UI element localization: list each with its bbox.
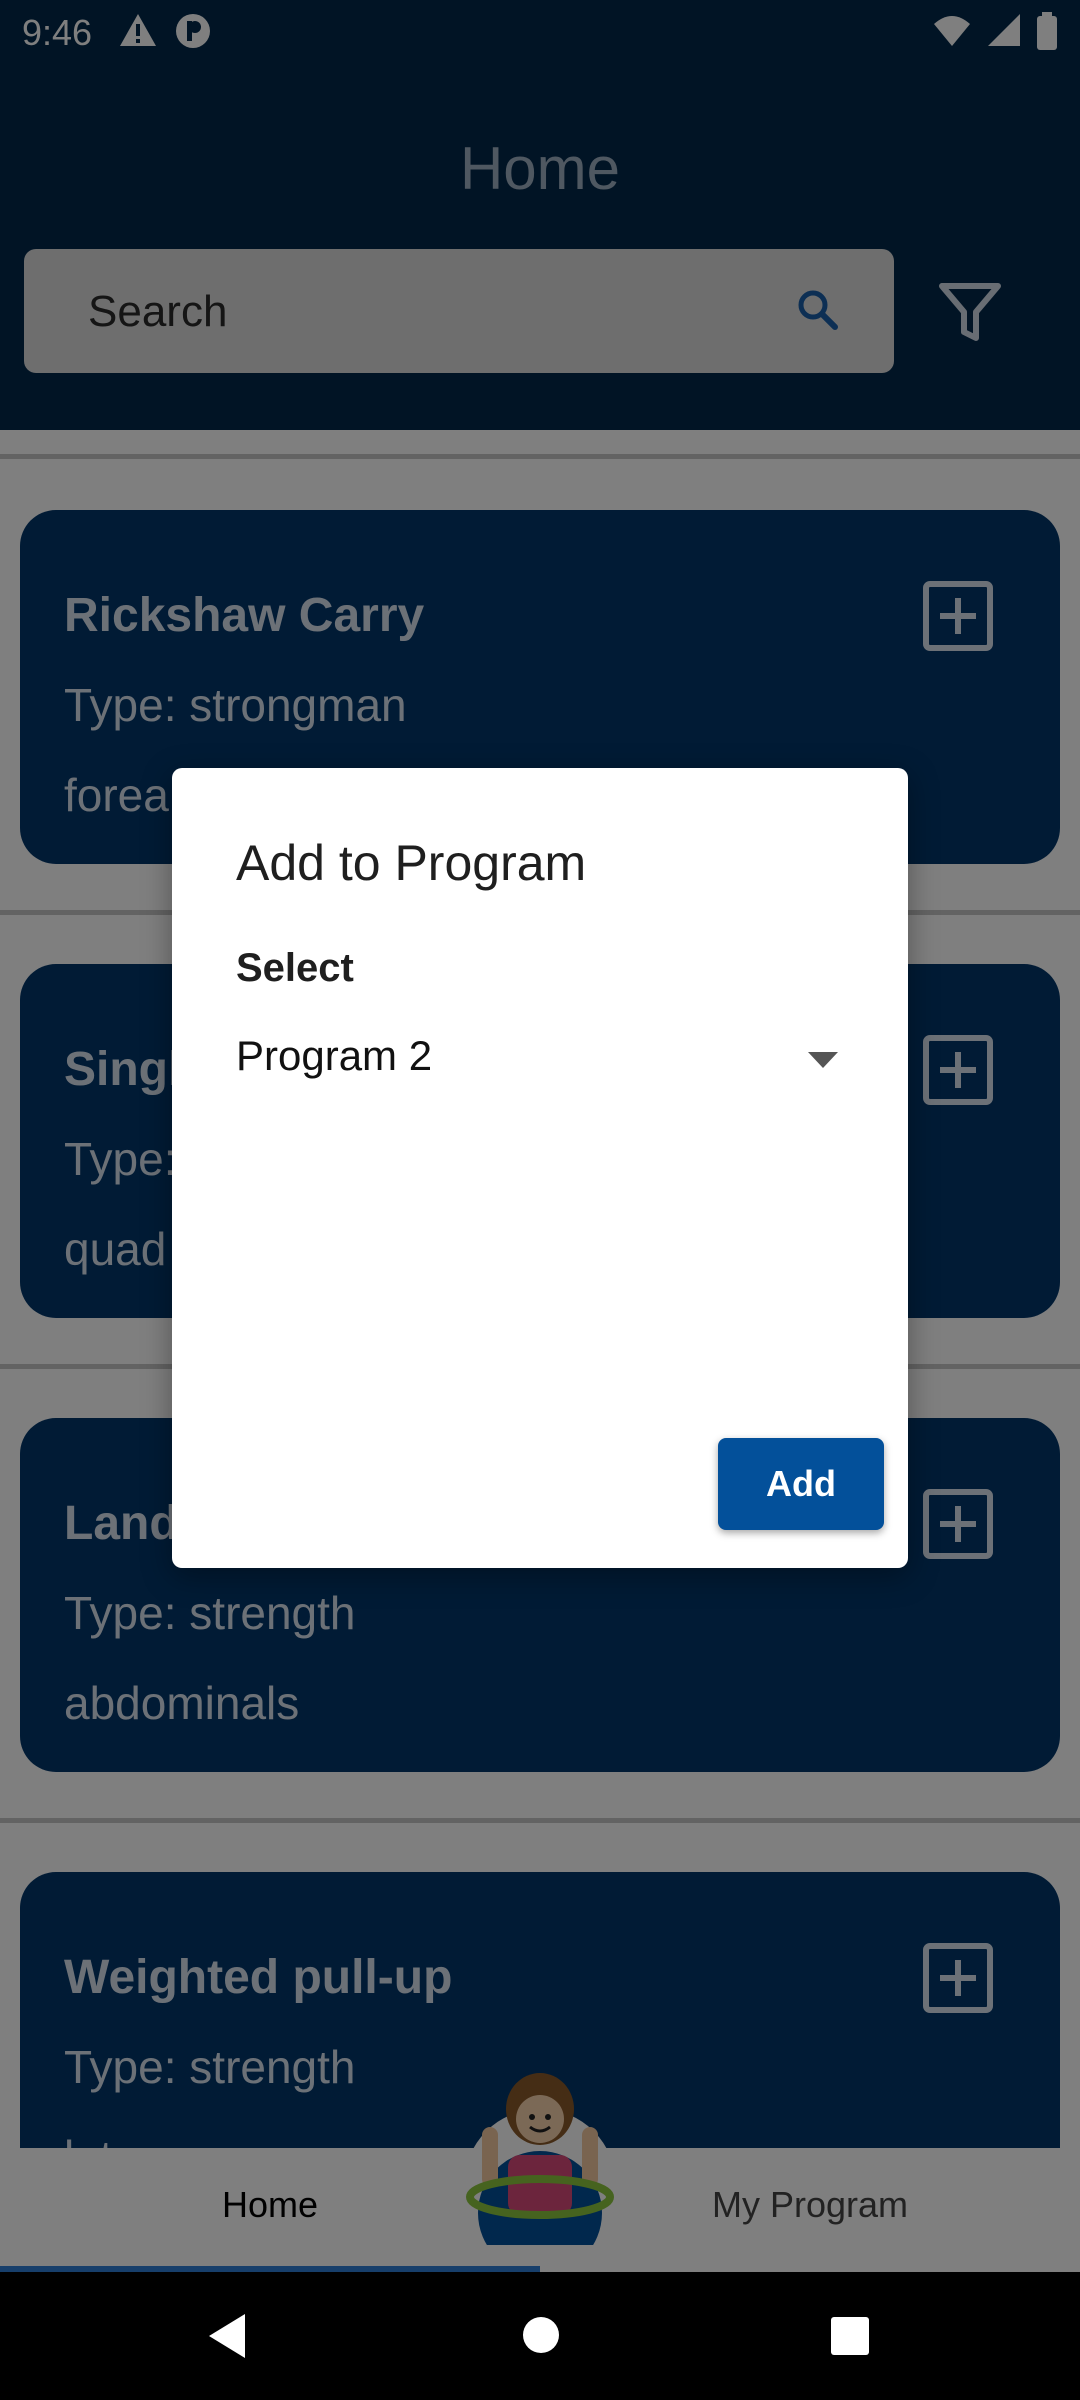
back-icon[interactable] [205, 2312, 251, 2360]
home-circle-icon[interactable] [522, 2316, 560, 2354]
recents-icon[interactable] [830, 2316, 870, 2356]
system-nav-bar [0, 2272, 1080, 2400]
add-button[interactable]: Add [718, 1438, 884, 1530]
program-select[interactable]: Program 2 [236, 1026, 844, 1096]
dropdown-arrow-icon[interactable] [808, 1052, 838, 1068]
select-label: Select [236, 946, 354, 990]
selected-program: Program 2 [236, 1032, 433, 1079]
dialog-title: Add to Program [236, 835, 587, 891]
add-to-program-dialog: Add to Program Select Program 2 Add [172, 768, 908, 1568]
